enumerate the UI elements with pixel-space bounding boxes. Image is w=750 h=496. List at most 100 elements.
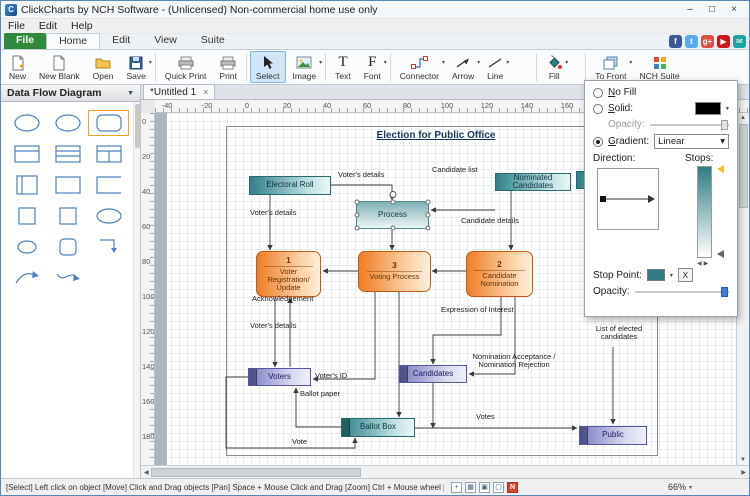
tab-view[interactable]: View <box>142 33 189 49</box>
shape-elbow-arrow[interactable] <box>89 235 128 259</box>
shape-rect-header[interactable] <box>7 142 46 166</box>
tab-suite[interactable]: Suite <box>189 33 237 49</box>
connector-dropdown-icon[interactable]: ▾ <box>442 59 445 66</box>
youtube-icon[interactable]: ▶ <box>717 35 730 48</box>
diagram-node-voting-process[interactable]: 3Voting Process <box>358 251 431 292</box>
stop-marker-bottom[interactable] <box>713 250 724 258</box>
quick-print-button[interactable]: Quick Print <box>159 51 213 83</box>
tab-edit[interactable]: Edit <box>100 33 142 49</box>
shape-curved-arrow[interactable] <box>7 266 46 290</box>
diagram-node-electoral-roll[interactable]: Electoral Roll <box>249 176 331 195</box>
tab-home[interactable]: Home <box>46 33 100 49</box>
selection-handle[interactable] <box>355 226 360 231</box>
nch-suite-button[interactable]: NCH Suite <box>633 51 685 83</box>
selection-handle[interactable] <box>390 226 395 231</box>
diagram-node-process[interactable]: Process <box>356 201 429 229</box>
save-dropdown-icon[interactable]: ▾ <box>149 59 152 66</box>
shape-rect-open[interactable] <box>89 173 128 197</box>
shape-rect-left-band[interactable] <box>7 173 46 197</box>
scroll-down-icon[interactable]: ▼ <box>740 455 746 465</box>
scrollbar-thumb[interactable] <box>135 104 140 148</box>
email-icon[interactable]: ✉ <box>733 35 746 48</box>
slider-handle[interactable] <box>721 120 728 130</box>
scrollbar-thumb[interactable] <box>151 468 361 477</box>
arrow-button[interactable]: Arrow ▾ <box>446 51 480 83</box>
remove-stop-button[interactable]: X <box>678 268 693 282</box>
selection-handle[interactable] <box>355 213 360 218</box>
stop-marker-top[interactable] <box>713 165 724 173</box>
open-button[interactable]: Open <box>87 51 120 83</box>
scroll-right-icon[interactable]: ▶ <box>741 469 746 476</box>
diagram-node-voter-registration[interactable]: 1Voter Registration/ Update <box>256 251 321 297</box>
fill-dropdown-icon[interactable]: ▾ <box>565 59 568 66</box>
font-dropdown-icon[interactable]: ▾ <box>384 59 387 66</box>
swatch-dropdown-icon[interactable]: ▾ <box>670 272 673 279</box>
shape-rect-two-rows[interactable] <box>48 142 87 166</box>
connector-button[interactable]: Connector ▾ <box>394 51 445 83</box>
shape-square[interactable] <box>7 204 46 228</box>
selection-handle[interactable] <box>355 200 360 205</box>
shape-ellipse[interactable] <box>7 111 46 135</box>
zoom-control[interactable]: 66% ▾ <box>668 482 692 492</box>
scrollbar-thumb[interactable] <box>739 124 748 208</box>
new-page-icon[interactable]: + <box>451 482 462 493</box>
fit-page-icon[interactable]: ▣ <box>479 482 490 493</box>
maximize-button[interactable]: □ <box>701 2 723 18</box>
shape-rounded-rectangle[interactable] <box>89 111 128 135</box>
shape-square[interactable] <box>48 204 87 228</box>
line-dropdown-icon[interactable]: ▾ <box>506 59 509 66</box>
selection-handle[interactable] <box>426 213 431 218</box>
gradient-radio[interactable] <box>593 137 603 147</box>
diagram-node-nominated-candidates[interactable]: Nominated Candidates <box>495 173 571 191</box>
twitter-icon[interactable]: t <box>685 35 698 48</box>
stencil-selector[interactable]: Data Flow Diagram ▼ <box>1 85 140 102</box>
shape-ellipse[interactable] <box>48 111 87 135</box>
diagram-node-voters[interactable]: Voters <box>248 368 311 386</box>
close-tab-icon[interactable]: × <box>203 87 208 97</box>
shape-rectangle[interactable] <box>48 173 87 197</box>
opacity-slider[interactable] <box>650 120 729 130</box>
new-blank-button[interactable]: New Blank <box>33 51 86 83</box>
slider-handle[interactable] <box>721 287 728 297</box>
select-button[interactable]: Select <box>250 51 286 83</box>
diagram-node-public[interactable]: Public <box>579 426 647 445</box>
new-button[interactable]: ✶ New <box>3 51 32 83</box>
scroll-up-icon[interactable]: ▲ <box>740 113 746 123</box>
close-button[interactable]: × <box>723 2 745 18</box>
solid-color-swatch[interactable] <box>695 102 721 115</box>
no-fill-radio[interactable] <box>593 88 603 98</box>
zoom-dropdown-icon[interactable]: ▾ <box>689 484 692 491</box>
gradient-opacity-slider[interactable] <box>635 287 729 297</box>
nch-icon[interactable]: N <box>507 482 518 493</box>
selection-handle[interactable] <box>426 200 431 205</box>
scroll-left-icon[interactable]: ◀ <box>144 469 149 476</box>
stops-nav-icons[interactable]: ◀▶ <box>697 260 710 267</box>
swatch-dropdown-icon[interactable]: ▾ <box>726 105 729 112</box>
rotation-handle[interactable] <box>389 191 396 198</box>
shape-rounded-square[interactable] <box>48 235 87 259</box>
fill-button[interactable]: Fill ▾ <box>540 51 568 83</box>
menu-help[interactable]: Help <box>71 20 93 32</box>
selection-handle[interactable] <box>426 226 431 231</box>
googleplus-icon[interactable]: g+ <box>701 35 714 48</box>
arrow-dropdown-icon[interactable]: ▾ <box>477 59 480 66</box>
font-button[interactable]: F Font ▾ <box>358 51 387 83</box>
diagram-node-candidates[interactable]: Candidates <box>399 365 467 383</box>
shape-ellipse-wide[interactable] <box>89 204 128 228</box>
line-button[interactable]: Line ▾ <box>481 51 509 83</box>
diagram-node-candidate-nomination[interactable]: 2Candidate Nomination <box>466 251 533 297</box>
facebook-icon[interactable]: f <box>669 35 682 48</box>
stop-color-swatch[interactable] <box>647 269 665 281</box>
gradient-stops-widget[interactable]: ◀▶ <box>697 166 727 264</box>
minimize-button[interactable]: – <box>679 2 701 18</box>
selection-handle[interactable] <box>390 200 395 205</box>
horizontal-scrollbar[interactable]: ◀ ▶ <box>141 465 749 478</box>
gradient-direction-widget[interactable] <box>597 168 659 230</box>
image-dropdown-icon[interactable]: ▾ <box>319 59 322 66</box>
grid-icon[interactable]: ▦ <box>465 482 476 493</box>
to-front-button[interactable]: To Front ▾ <box>589 51 632 83</box>
menu-file[interactable]: File <box>8 20 25 32</box>
document-tab[interactable]: *Untitled 1 × <box>143 84 215 99</box>
menu-edit[interactable]: Edit <box>39 20 57 32</box>
solid-radio[interactable] <box>593 104 603 114</box>
